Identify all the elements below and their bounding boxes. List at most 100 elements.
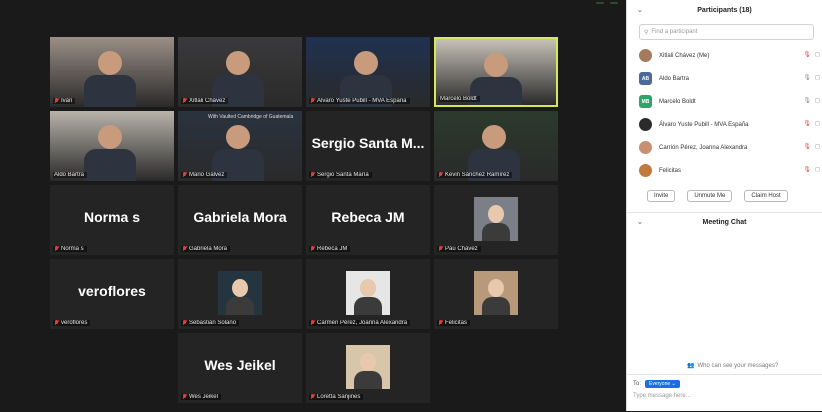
video-tile[interactable]: Carmen Pérez, Joanna Alexandra bbox=[306, 259, 430, 329]
participant-name: Mario Gálvez bbox=[189, 172, 225, 178]
video-tile[interactable]: Marcelo Boldt bbox=[434, 37, 558, 107]
profile-body bbox=[482, 223, 510, 241]
participant-list-name: Xitlali Chávez (Me) bbox=[659, 52, 710, 59]
participant-name: veroflores bbox=[61, 320, 88, 326]
search-icon: ⚲ bbox=[644, 29, 649, 36]
microphone-icon: 🎙 bbox=[803, 75, 812, 81]
participant-search-input[interactable]: ⚲ Find a participant bbox=[639, 24, 814, 40]
profile-body bbox=[354, 371, 382, 389]
video-tile[interactable]: Wes Jeikel Wes Jeikel bbox=[178, 333, 302, 403]
mic-off-icon bbox=[182, 98, 187, 104]
participant-name-label: Kevin Sánchez Ramírez bbox=[437, 172, 513, 178]
participant-display-name: Gabriela Mora bbox=[193, 209, 287, 225]
participant-name: Iván bbox=[61, 98, 73, 104]
video-tile[interactable]: Sebastián Solano bbox=[178, 259, 302, 329]
profile-picture bbox=[474, 197, 518, 241]
participant-status-icons: 🎙 ◻ bbox=[803, 74, 820, 81]
mic-off-icon bbox=[182, 172, 187, 178]
video-tile[interactable]: Loretta Sanjines bbox=[306, 333, 430, 403]
chat-header: ⌄ Meeting Chat bbox=[627, 213, 822, 231]
video-tile[interactable]: Norma s Norma s bbox=[50, 185, 174, 255]
profile-head bbox=[232, 279, 248, 297]
participant-display-name: Wes Jeikel bbox=[204, 357, 276, 373]
search-placeholder: Find a participant bbox=[651, 29, 698, 35]
participant-name-label: Gabriela Mora bbox=[181, 246, 231, 252]
profile-picture bbox=[346, 345, 390, 389]
to-label: To: bbox=[633, 381, 642, 387]
chat-input[interactable]: Type message here... bbox=[627, 388, 822, 399]
video-tile[interactable]: With Vaulted Cambridge of Guatemala Mario… bbox=[178, 111, 302, 181]
participant-row[interactable]: Álvaro Yuste Pubill - MVA España 🎙 ◻ bbox=[627, 113, 822, 136]
view-badge-left[interactable] bbox=[596, 2, 604, 4]
participants-header: ⌄ Participants (18) bbox=[627, 0, 822, 20]
profile-body bbox=[226, 297, 254, 315]
participant-body bbox=[84, 149, 136, 181]
participant-list-name: Aldo Bartra bbox=[659, 75, 690, 82]
participants-title: Participants (18) bbox=[697, 6, 752, 14]
participant-row[interactable]: Xitlali Chávez (Me) 🎙 ◻ bbox=[627, 44, 822, 67]
claim-host-button[interactable]: Claim Host bbox=[744, 190, 788, 202]
participant-name: Wes Jeikel bbox=[189, 394, 218, 400]
participant-row[interactable]: Carrión Pérez, Joanna Alexandra 🎙 ◻ bbox=[627, 136, 822, 159]
video-tile[interactable]: Iván bbox=[50, 37, 174, 107]
video-overlay-text: With Vaulted Cambridge of Guatemala bbox=[208, 114, 294, 120]
recipient-dropdown[interactable]: Everyone ⌄ bbox=[645, 380, 680, 388]
chat-visibility-text: Who can see your messages? bbox=[697, 362, 779, 369]
view-badge-right[interactable] bbox=[610, 2, 618, 4]
participant-name-label: Iván bbox=[53, 98, 76, 104]
video-tile[interactable]: Álvaro Yuste Pubill - MVA España bbox=[306, 37, 430, 107]
view-badges bbox=[596, 2, 618, 4]
participant-name: Aldo Bartra bbox=[54, 172, 85, 178]
camera-icon: ◻ bbox=[815, 167, 820, 173]
participant-list: Xitlali Chávez (Me) 🎙 ◻ AB Aldo Bartra 🎙 ◻ MB Ma… bbox=[627, 44, 822, 182]
participant-actions: Invite Unmute Me Claim Host bbox=[627, 182, 822, 202]
chat-compose: To: Everyone ⌄ Type message here... bbox=[627, 374, 822, 412]
mic-off-icon bbox=[310, 320, 315, 326]
participant-name-label: Mario Gálvez bbox=[181, 172, 228, 178]
participant-row[interactable]: Felicitas 🎙 ◻ bbox=[627, 159, 822, 182]
participant-name: Gabriela Mora bbox=[189, 246, 228, 252]
participant-name-label: Norma s bbox=[53, 246, 87, 252]
mic-off-icon bbox=[438, 320, 443, 326]
participant-row[interactable]: AB Aldo Bartra 🎙 ◻ bbox=[627, 67, 822, 90]
profile-picture bbox=[474, 271, 518, 315]
video-gallery: Iván Xitlali Chávez Álvaro Yuste Pubill - … bbox=[0, 0, 626, 411]
invite-button[interactable]: Invite bbox=[647, 190, 676, 202]
video-feed bbox=[178, 37, 302, 107]
collapse-chat-icon[interactable]: ⌄ bbox=[637, 218, 643, 226]
participant-status-icons: 🎙 ◻ bbox=[803, 143, 820, 150]
camera-icon: ◻ bbox=[815, 52, 820, 58]
video-tile[interactable]: Rebeca JM Rebeca JM bbox=[306, 185, 430, 255]
profile-head bbox=[488, 205, 504, 223]
participant-display-name: Sergio Santa M... bbox=[311, 135, 425, 151]
camera-icon: ◻ bbox=[815, 75, 820, 81]
video-tile[interactable]: veroflores veroflores bbox=[50, 259, 174, 329]
participant-display-name: Norma s bbox=[83, 209, 141, 225]
participant-status-icons: 🎙 ◻ bbox=[803, 97, 820, 104]
video-tile[interactable]: Felicitas bbox=[434, 259, 558, 329]
participant-name: Rebeca JM bbox=[317, 246, 348, 252]
microphone-icon: 🎙 bbox=[803, 52, 812, 58]
participant-name-label: Álvaro Yuste Pubill - MVA España bbox=[309, 98, 410, 104]
video-tile[interactable]: Pau Chávez bbox=[434, 185, 558, 255]
chat-title: Meeting Chat bbox=[702, 218, 747, 226]
participant-name-label: Sergio Santa María bbox=[309, 172, 372, 178]
participant-name-label: Carmen Pérez, Joanna Alexandra bbox=[309, 320, 411, 326]
video-tile[interactable]: Kevin Sánchez Ramírez bbox=[434, 111, 558, 181]
participant-head bbox=[98, 125, 122, 149]
participant-name-label: Wes Jeikel bbox=[181, 394, 221, 400]
profile-picture bbox=[346, 271, 390, 315]
video-tile[interactable]: Sergio Santa M... Sergio Santa María bbox=[306, 111, 430, 181]
participant-head bbox=[354, 51, 378, 75]
video-tile[interactable]: Gabriela Mora Gabriela Mora bbox=[178, 185, 302, 255]
participant-row[interactable]: MB Marcelo Boldt 🎙 ◻ bbox=[627, 90, 822, 113]
collapse-icon[interactable]: ⌄ bbox=[637, 6, 643, 14]
video-feed bbox=[434, 111, 558, 181]
video-tile[interactable]: Aldo Bartra bbox=[50, 111, 174, 181]
unmute-me-button[interactable]: Unmute Me bbox=[687, 190, 733, 202]
participant-name: Marcelo Boldt bbox=[440, 96, 477, 102]
chat-visibility-link[interactable]: 👥 Who can see your messages? bbox=[687, 362, 779, 370]
avatar bbox=[639, 141, 652, 154]
video-tile[interactable]: Xitlali Chávez bbox=[178, 37, 302, 107]
participant-name: Norma s bbox=[61, 246, 84, 252]
